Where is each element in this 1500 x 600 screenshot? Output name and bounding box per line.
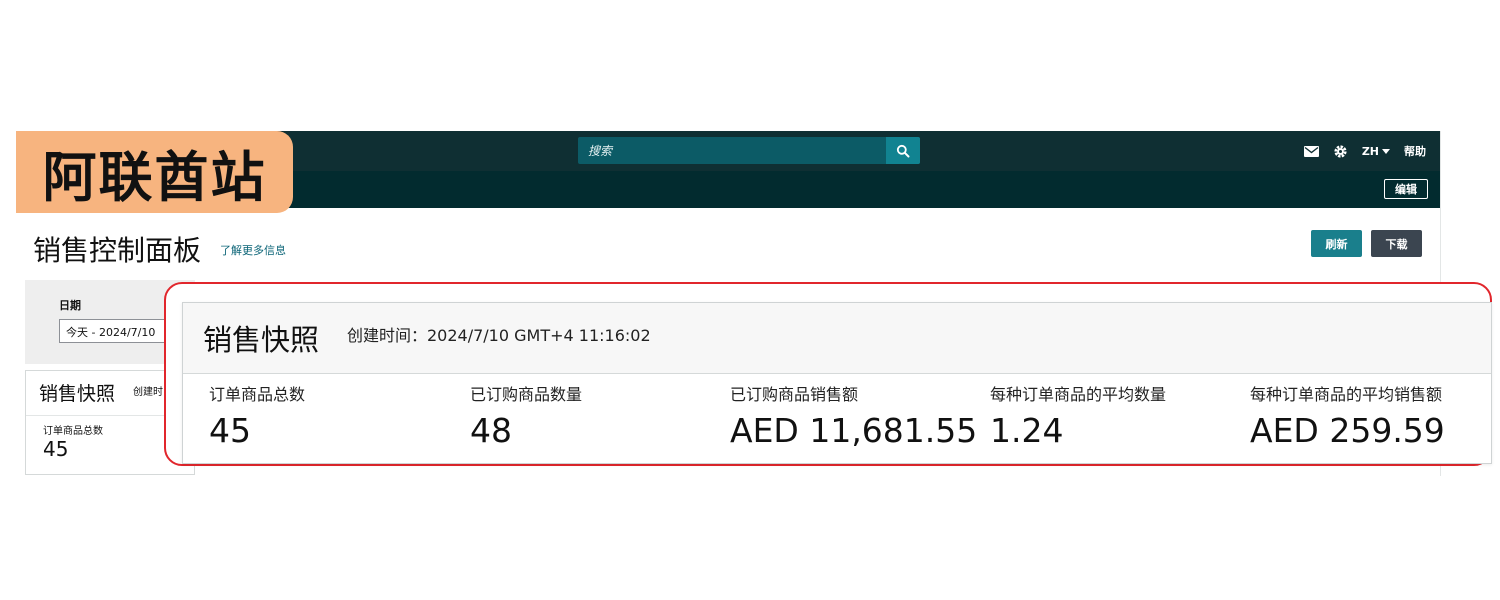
mail-icon[interactable] — [1303, 145, 1319, 157]
metric-avg-units: 每种订单商品的平均数量 1.24 — [990, 381, 1166, 450]
learn-more-link[interactable]: 了解更多信息 — [220, 242, 286, 258]
sales-snapshot-zoom: 销售快照 创建时间：2024/7/10 GMT+4 11:16:02 订单商品总… — [182, 302, 1492, 464]
snapshot-title: 销售快照 — [203, 323, 320, 357]
snapshot-header: 销售快照 创建时间：2024/7/10 GMT+4 11:16:02 — [183, 303, 1491, 374]
metric-label: 已订购商品数量 — [470, 385, 583, 404]
metric-label: 每种订单商品的平均数量 — [990, 385, 1167, 404]
search-icon — [896, 144, 910, 157]
metric-avg-sales: 每种订单商品的平均销售额 AED 259.59 — [1250, 381, 1445, 450]
date-label: 日期 — [59, 299, 81, 312]
gear-icon[interactable] — [1333, 144, 1348, 159]
marketplace-badge: 阿联酋站 — [16, 131, 293, 213]
background-metric-value: 45 — [43, 437, 69, 461]
highlight-callout: 销售快照 创建时间：2024/7/10 GMT+4 11:16:02 订单商品总… — [164, 282, 1492, 466]
edit-button[interactable]: 编辑 — [1384, 179, 1428, 199]
download-button[interactable]: 下载 — [1371, 230, 1422, 257]
metric-total-order-items: 订单商品总数 45 — [209, 381, 305, 450]
metric-units-ordered: 已订购商品数量 48 — [470, 381, 582, 450]
snapshot-created-time: 创建时间：2024/7/10 GMT+4 11:16:02 — [347, 326, 651, 345]
metric-label: 每种订单商品的平均销售额 — [1250, 385, 1443, 404]
metric-value: AED 259.59 — [1250, 411, 1445, 450]
metric-value: 45 — [209, 411, 251, 450]
search-button[interactable] — [886, 137, 920, 164]
background-metric-label: 订单商品总数 — [43, 426, 103, 437]
page-title: 销售控制面板 — [33, 234, 202, 267]
metric-value: 48 — [470, 411, 512, 450]
caret-down-icon — [1382, 148, 1390, 154]
metric-value: AED 11,681.55 — [730, 411, 978, 450]
background-card-title: 销售快照 — [39, 383, 116, 405]
top-right-tools: ZH 帮助 — [1303, 131, 1426, 171]
metric-label: 已订购商品销售额 — [730, 385, 859, 404]
metric-ordered-sales: 已订购商品销售额 AED 11,681.55 — [730, 381, 977, 450]
search-box — [578, 137, 920, 164]
search-input[interactable] — [578, 137, 886, 164]
language-label: ZH — [1361, 144, 1379, 158]
metric-value: 1.24 — [990, 411, 1064, 450]
language-selector[interactable]: ZH — [1362, 145, 1390, 158]
metric-label: 订单商品总数 — [209, 385, 306, 404]
help-link[interactable]: 帮助 — [1404, 143, 1426, 159]
refresh-button[interactable]: 刷新 — [1311, 230, 1362, 257]
